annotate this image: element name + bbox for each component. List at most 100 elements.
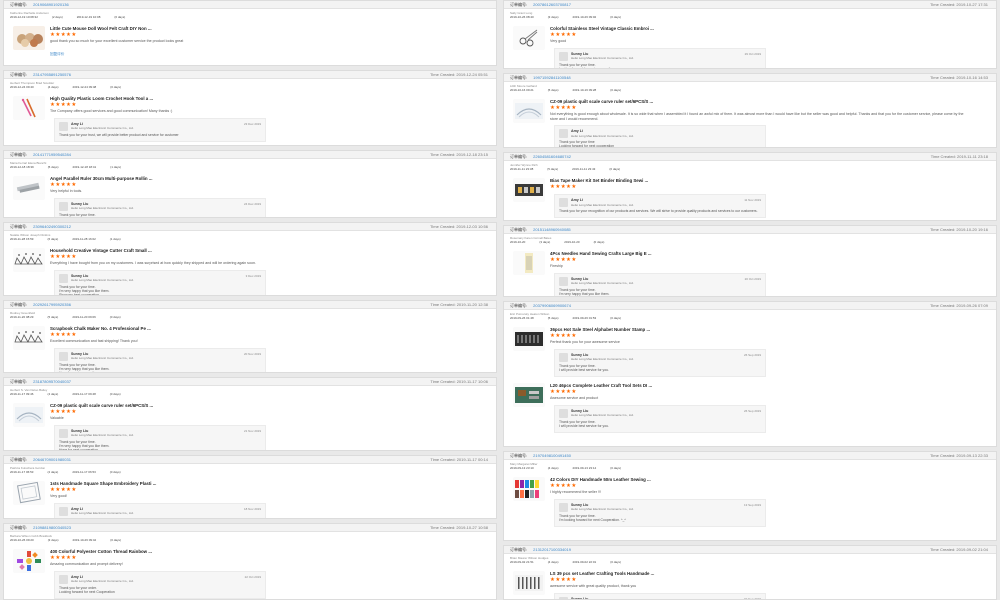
review-text: Not everything is good enough about whol…	[550, 112, 964, 121]
product-thumbnail[interactable]	[13, 96, 45, 120]
rating-stars: ★★★★★	[550, 389, 990, 395]
date-received: 2019-12-24 09:48	[72, 85, 97, 89]
reply-header: Sunny LiuHefei Long Mao Electronic Comme…	[559, 352, 761, 362]
order-number-label: 订单编号:	[10, 379, 28, 384]
reply-header: Amy Li Hefei Long Mao Electronic Commerce…	[59, 121, 261, 131]
product-thumbnail[interactable]	[13, 248, 45, 272]
date-received-note: (0 days)	[610, 560, 622, 564]
order-card: 订单编号: 21970498100491450 Time Created: 2019…	[503, 451, 997, 541]
order-number-link[interactable]: 23187809570040037	[33, 379, 71, 384]
reply-header: Sunny LiuHefei Long Mao Electronic Comme…	[559, 502, 761, 512]
star-icon: ★	[71, 254, 77, 260]
order-number-link[interactable]: 20379906069900674	[533, 303, 571, 308]
order-number-link[interactable]: 20292617995920356	[33, 302, 71, 307]
order-number-link[interactable]: 21970498100491450	[533, 453, 571, 458]
product-thumbnail[interactable]	[513, 26, 545, 50]
order-card: 订单编号: 20646709001980031 Time Created: 2019…	[3, 455, 497, 519]
order-number-link[interactable]: 21098819800340523	[33, 525, 71, 530]
reply-date: 21 Nov 2019	[243, 428, 261, 433]
order-body: Herbert Thompson Brad Scudder 2019-12-24 …	[4, 81, 496, 142]
rating-stars: ★★★★★	[50, 254, 490, 260]
seller-reply: Sunny LiuHefei Long Mao Electronic Comme…	[54, 347, 266, 372]
product-thumbnail[interactable]	[513, 178, 545, 202]
product-thumbnail[interactable]	[13, 403, 45, 427]
review-text: The Company offers good services and goo…	[50, 109, 173, 113]
order-number-link[interactable]: 22604581604680742	[533, 154, 571, 159]
rating-stars: ★★★★★	[550, 105, 990, 111]
order-number-link[interactable]: 21312017100334019	[533, 547, 571, 552]
product-thumbnail[interactable]	[513, 327, 545, 351]
date-completed: 2019-10-16 09:21	[510, 88, 534, 92]
order-id: 订单编号: 19971592841100548	[510, 74, 571, 82]
star-icon: ★	[571, 105, 577, 111]
product-thumbnail[interactable]	[513, 99, 545, 123]
order-body: Mary Margaret Miller 2019-09-13 23:10 (4 d…	[504, 462, 996, 528]
product-thumbnail[interactable]	[13, 549, 45, 573]
product-thumbnail[interactable]	[513, 571, 545, 595]
star-icon: ★	[571, 389, 577, 396]
reply-text: Thank you for your trust, we will provid…	[59, 132, 179, 137]
order-card: 订单编号: 21312017100334019 Time Created: 2019…	[503, 545, 997, 600]
date-received: 2019-10-20	[564, 240, 580, 244]
product-thumbnail[interactable]	[13, 326, 45, 350]
order-body: Natalie Wilson Joseph Dinkins 2019-11-28 …	[4, 233, 496, 295]
order-id: 订单编号: 20141771959540284	[10, 151, 71, 159]
order-number-link[interactable]: 20078612603700817	[533, 2, 571, 7]
order-number-link[interactable]: 2019068901920136	[33, 2, 69, 7]
review-item: Colorful Stainless Steel Vintage Classic…	[510, 26, 990, 68]
rating-stars: ★★★★★	[50, 409, 490, 415]
order-number-link[interactable]: 23147955891250576	[33, 72, 71, 77]
date-completed: 2019-10-26 09:20	[10, 538, 34, 542]
rating-stars: ★★★★★	[50, 555, 490, 561]
reply-header: Sunny LiuHefei Long Mao Electronic Comme…	[559, 596, 761, 599]
review-text: awesome service with great quality produ…	[550, 584, 637, 588]
order-body: Sally Grant Long 2019-10-26 08:40 (3 days)…	[504, 11, 996, 68]
order-header: 订单编号: 20078612603700817 Time Created: 2019…	[504, 1, 996, 9]
reply-date: 26 Sep 2019	[743, 352, 761, 357]
date-completed-note: (6 days)	[47, 237, 59, 241]
date-received-note: (0 days)	[114, 15, 126, 19]
review-item: Bias Tape Maker Kit Set Binder Binding S…	[510, 178, 990, 219]
order-number-link[interactable]: 20141771959540284	[33, 152, 71, 157]
avatar	[559, 502, 568, 512]
order-number-link[interactable]: 20646709001980031	[33, 457, 71, 462]
avatar	[559, 276, 568, 286]
order-body: Katherine Rachelle Anderson 2019-12-19 10…	[4, 11, 496, 57]
order-number-link[interactable]: 23096402490300212	[33, 224, 71, 229]
order-card: 订单编号: 20292617995920356 Time Created: 2019…	[3, 300, 497, 373]
review-item: Scrapbook Chalk Maker No. 4 Professional…	[10, 326, 490, 372]
order-id: 订单编号: 23096402490300212	[10, 223, 71, 231]
order-number-link[interactable]: 20151148960940085	[533, 227, 571, 232]
product-thumbnail[interactable]	[13, 176, 45, 200]
order-body: Maria Ferrari Elena Bianchi 2019-12-18 18…	[4, 161, 496, 217]
review-item: CZ-09 plastic quilt scale curve ruler se…	[10, 403, 490, 450]
order-header: 订单编号: 20141771959540284 Time Created: 2019…	[4, 151, 496, 159]
date-completed-note: (4 days)	[47, 85, 59, 89]
product-thumbnail[interactable]	[13, 26, 45, 50]
date-completed: 2019-11-17 09:46	[10, 392, 34, 396]
order-header: 订单编号: 22604581604680742 Time Created: 2019…	[504, 153, 996, 161]
time-created: Time Created: 2019-12-03 10:56	[430, 224, 488, 229]
rating-stars: ★★★★★	[50, 32, 490, 38]
reply-company: Hefei Long Mao Electronic Commerce Co., …	[571, 56, 634, 60]
review-text: I highly recommend the seller !!!	[550, 490, 601, 494]
review-item: L20 46pcs Complete Leather Craft Tool Se…	[510, 383, 990, 434]
reply-date: 22 Oct 2019	[244, 574, 261, 579]
date-completed-note: (5 days)	[547, 88, 559, 92]
product-thumbnail[interactable]	[513, 477, 545, 501]
rating-stars: ★★★★★	[550, 32, 990, 38]
reply-link[interactable]: 回复评价	[50, 52, 490, 57]
product-thumbnail[interactable]	[513, 251, 545, 275]
order-number-label: 订单编号:	[10, 72, 28, 77]
order-id: 订单编号: 20078612603700817	[510, 1, 571, 9]
product-thumbnail[interactable]	[13, 481, 45, 505]
date-received: 2019-09-13 23:14	[572, 466, 597, 470]
order-body: Rosemary Karen Cornell Bates 2019-10-20 (3…	[504, 236, 996, 296]
date-completed-note: (3 days)	[47, 538, 59, 542]
order-number-link[interactable]: 19971592841100548	[533, 75, 571, 80]
star-icon: ★	[71, 555, 77, 561]
review-item: High Quality Plastic Loom Crochet Hook T…	[10, 96, 490, 142]
date-received: 2019-09-02 22:01	[572, 560, 597, 564]
date-received-note: (0 days)	[110, 85, 122, 89]
product-thumbnail[interactable]	[513, 383, 545, 408]
